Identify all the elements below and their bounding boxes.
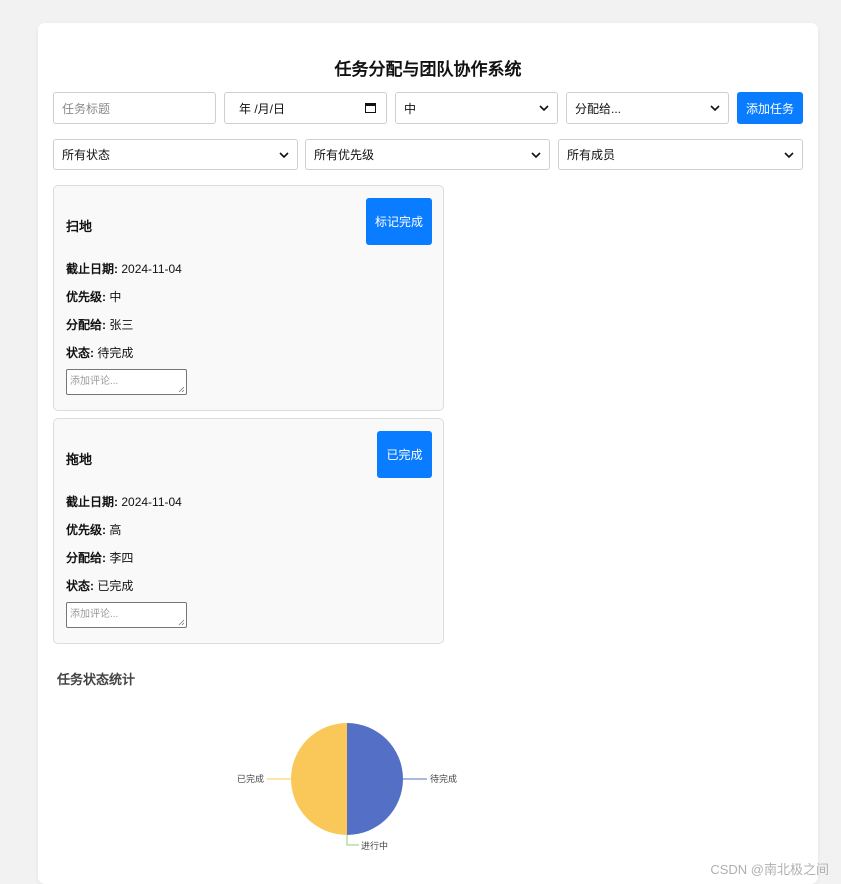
pie-label-line-1: [346, 835, 359, 846]
pie-label-1: 进行中: [361, 840, 388, 851]
pie-label-2: 已完成: [237, 773, 264, 784]
pie-label-0: 待完成: [430, 773, 457, 784]
pie-slice-2[interactable]: [291, 723, 347, 835]
watermark: CSDN @南北极之间: [710, 862, 829, 877]
pie-slice-0[interactable]: [347, 723, 403, 835]
status-pie-chart: 待完成进行中 已完成: [237, 723, 457, 851]
app-container: 任务分配与团队协作系统 任务标题 年 /月/日 中 分配给... 添加任务 所有…: [38, 23, 818, 884]
